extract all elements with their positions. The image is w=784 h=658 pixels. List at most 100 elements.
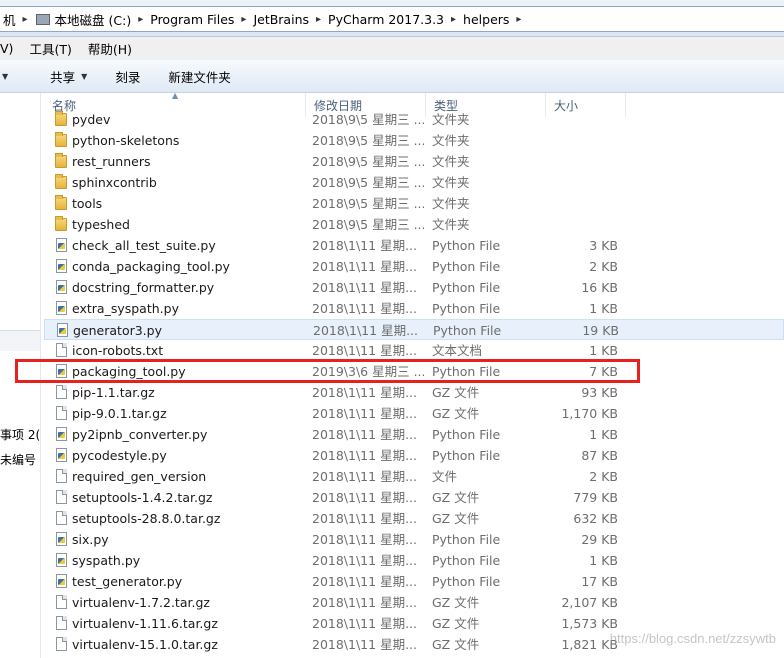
- burn-button[interactable]: 刻录: [99, 67, 152, 86]
- file-row[interactable]: packaging_tool.py 2019\3\6 星期三 ... Python …: [44, 361, 784, 382]
- file-name: pycodestyle.py: [72, 448, 167, 463]
- file-row[interactable]: extra_syspath.py 2018\1\11 星期... Python Fi…: [44, 298, 784, 319]
- file-icon: [56, 469, 67, 483]
- file-date: 2019\3\6 星期三 ...: [312, 364, 424, 379]
- file-row[interactable]: pycodestyle.py 2018\1\11 星期... Python File…: [44, 445, 784, 466]
- share-label: 共享: [50, 69, 76, 85]
- file-name: syspath.py: [72, 553, 141, 568]
- file-row[interactable]: check_all_test_suite.py 2018\1\11 星期... Py…: [44, 235, 784, 256]
- file-type: GZ 文件: [432, 637, 480, 652]
- file-row[interactable]: icon-robots.txt 2018\1\11 星期... 文本文档 1 KB: [44, 340, 784, 361]
- python-file-icon: [56, 238, 67, 252]
- folder-icon: [55, 195, 67, 210]
- navigation-pane[interactable]: 事项 2( 未编号: [0, 93, 41, 658]
- file-row[interactable]: pip-9.0.1.tar.gz 2018\1\11 星期... GZ 文件 1,17…: [44, 403, 784, 424]
- breadcrumb-pycharm[interactable]: PyCharm 2017.3.3: [325, 12, 447, 27]
- file-date: 2018\1\11 星期...: [312, 280, 417, 295]
- file-row[interactable]: conda_packaging_tool.py 2018\1\11 星期... Py…: [44, 256, 784, 277]
- nav-item-fragment[interactable]: 事项 2(: [0, 426, 40, 443]
- nav-item-fragment[interactable]: 未编号: [0, 451, 36, 468]
- file-date: 2018\1\11 星期...: [312, 469, 417, 484]
- file-name: icon-robots.txt: [72, 343, 164, 358]
- breadcrumb-drive[interactable]: 本地磁盘 (C:): [52, 10, 135, 29]
- file-date: 2018\1\11 星期...: [312, 343, 417, 358]
- file-type: 文件夹: [432, 112, 470, 127]
- file-size: [544, 214, 618, 235]
- organize-dropdown-arrow-icon[interactable]: ▼: [0, 72, 38, 81]
- menu-help[interactable]: 帮助(H): [80, 39, 140, 58]
- file-size: 29 KB: [581, 532, 618, 547]
- file-name: sphinxcontrib: [72, 175, 157, 190]
- nav-highlight: [0, 331, 40, 351]
- menu-tools[interactable]: 工具(T): [21, 39, 79, 58]
- file-row[interactable]: typeshed 2018\9\5 星期三 ... 文件夹: [44, 214, 784, 235]
- breadcrumb-program-files[interactable]: Program Files: [147, 12, 237, 27]
- file-row[interactable]: sphinxcontrib 2018\9\5 星期三 ... 文件夹: [44, 172, 784, 193]
- file-size: 779 KB: [573, 490, 618, 505]
- breadcrumb-separator-icon[interactable]: ▸: [19, 14, 32, 25]
- file-type: Python File: [432, 553, 501, 568]
- file-date: 2018\1\11 星期...: [312, 511, 417, 526]
- file-icon: [56, 595, 67, 609]
- breadcrumb-computer[interactable]: 机: [0, 10, 19, 29]
- file-size: [544, 193, 618, 214]
- breadcrumb-separator-icon[interactable]: ▸: [237, 14, 250, 25]
- python-file-icon: [56, 364, 67, 378]
- file-row[interactable]: setuptools-28.8.0.tar.gz 2018\1\11 星期... G…: [44, 508, 784, 529]
- folder-icon: [55, 132, 67, 147]
- file-row[interactable]: tools 2018\9\5 星期三 ... 文件夹: [44, 193, 784, 214]
- file-type: GZ 文件: [432, 511, 480, 526]
- file-row[interactable]: test_generator.py 2018\1\11 星期... Python F…: [44, 571, 784, 592]
- file-date: 2018\9\5 星期三 ...: [312, 217, 424, 232]
- file-type: 文本文档: [432, 343, 483, 358]
- file-list: pydev 2018\9\5 星期三 ... 文件夹 python-skeletons…: [44, 110, 784, 658]
- file-size: 1,821 KB: [561, 637, 618, 652]
- file-name: pip-9.0.1.tar.gz: [72, 406, 167, 421]
- file-size: 93 KB: [581, 385, 618, 400]
- file-row[interactable]: docstring_formatter.py 2018\1\11 星期... Pyt…: [44, 277, 784, 298]
- folder-icon: [55, 174, 67, 189]
- file-type: Python File: [433, 323, 502, 338]
- file-row[interactable]: pip-1.1.tar.gz 2018\1\11 星期... GZ 文件 93 KB: [44, 382, 784, 403]
- file-size: 2 KB: [589, 259, 618, 274]
- file-row[interactable]: py2ipnb_converter.py 2018\1\11 星期... Pytho…: [44, 424, 784, 445]
- file-type: Python File: [432, 259, 501, 274]
- python-file-icon: [56, 427, 67, 441]
- file-size: 1 KB: [589, 553, 618, 568]
- address-bar[interactable]: 机 ▸ 本地磁盘 (C:) ▸ Program Files ▸ JetBrain…: [0, 6, 784, 32]
- folder-icon: [55, 216, 67, 231]
- file-row[interactable]: six.py 2018\1\11 星期... Python File 29 KB: [44, 529, 784, 550]
- file-icon: [56, 406, 67, 420]
- command-toolbar: ▼ 共享 ▼ 刻录 新建文件夹: [0, 60, 784, 93]
- file-date: 2018\9\5 星期三 ...: [312, 175, 424, 190]
- breadcrumb-separator-icon[interactable]: ▸: [447, 14, 460, 25]
- file-size: 2,107 KB: [561, 595, 618, 610]
- share-button[interactable]: 共享 ▼: [38, 67, 99, 86]
- new-folder-button[interactable]: 新建文件夹: [152, 67, 243, 86]
- file-size: 2 KB: [589, 469, 618, 484]
- file-row[interactable]: required_gen_version 2018\1\11 星期... 文件 2 K…: [44, 466, 784, 487]
- file-icon: [56, 385, 67, 399]
- breadcrumb-separator-icon[interactable]: ▸: [512, 14, 525, 25]
- file-type: 文件夹: [432, 196, 470, 211]
- file-size: [544, 172, 618, 193]
- file-date: 2018\1\11 星期...: [312, 553, 417, 568]
- file-name: extra_syspath.py: [72, 301, 179, 316]
- file-name: python-skeletons: [72, 133, 180, 148]
- breadcrumb-jetbrains[interactable]: JetBrains: [250, 12, 312, 27]
- file-row[interactable]: rest_runners 2018\9\5 星期三 ... 文件夹: [44, 151, 784, 172]
- file-size: [544, 110, 618, 130]
- menu-view[interactable]: V): [0, 41, 21, 56]
- file-row[interactable]: syspath.py 2018\1\11 星期... Python File 1 KB: [44, 550, 784, 571]
- file-row[interactable]: python-skeletons 2018\9\5 星期三 ... 文件夹: [44, 130, 784, 151]
- file-row[interactable]: virtualenv-1.7.2.tar.gz 2018\1\11 星期... GZ…: [44, 592, 784, 613]
- chevron-down-icon: ▼: [81, 71, 88, 81]
- breadcrumb-separator-icon[interactable]: ▸: [134, 14, 147, 25]
- file-date: 2018\1\11 星期...: [312, 532, 417, 547]
- python-file-icon: [56, 574, 67, 588]
- file-row[interactable]: generator3.py 2018\1\11 星期... Python File 1…: [44, 319, 784, 340]
- breadcrumb-separator-icon[interactable]: ▸: [312, 14, 325, 25]
- breadcrumb-helpers[interactable]: helpers: [460, 12, 512, 27]
- file-row[interactable]: setuptools-1.4.2.tar.gz 2018\1\11 星期... GZ…: [44, 487, 784, 508]
- file-row[interactable]: pydev 2018\9\5 星期三 ... 文件夹: [44, 110, 784, 130]
